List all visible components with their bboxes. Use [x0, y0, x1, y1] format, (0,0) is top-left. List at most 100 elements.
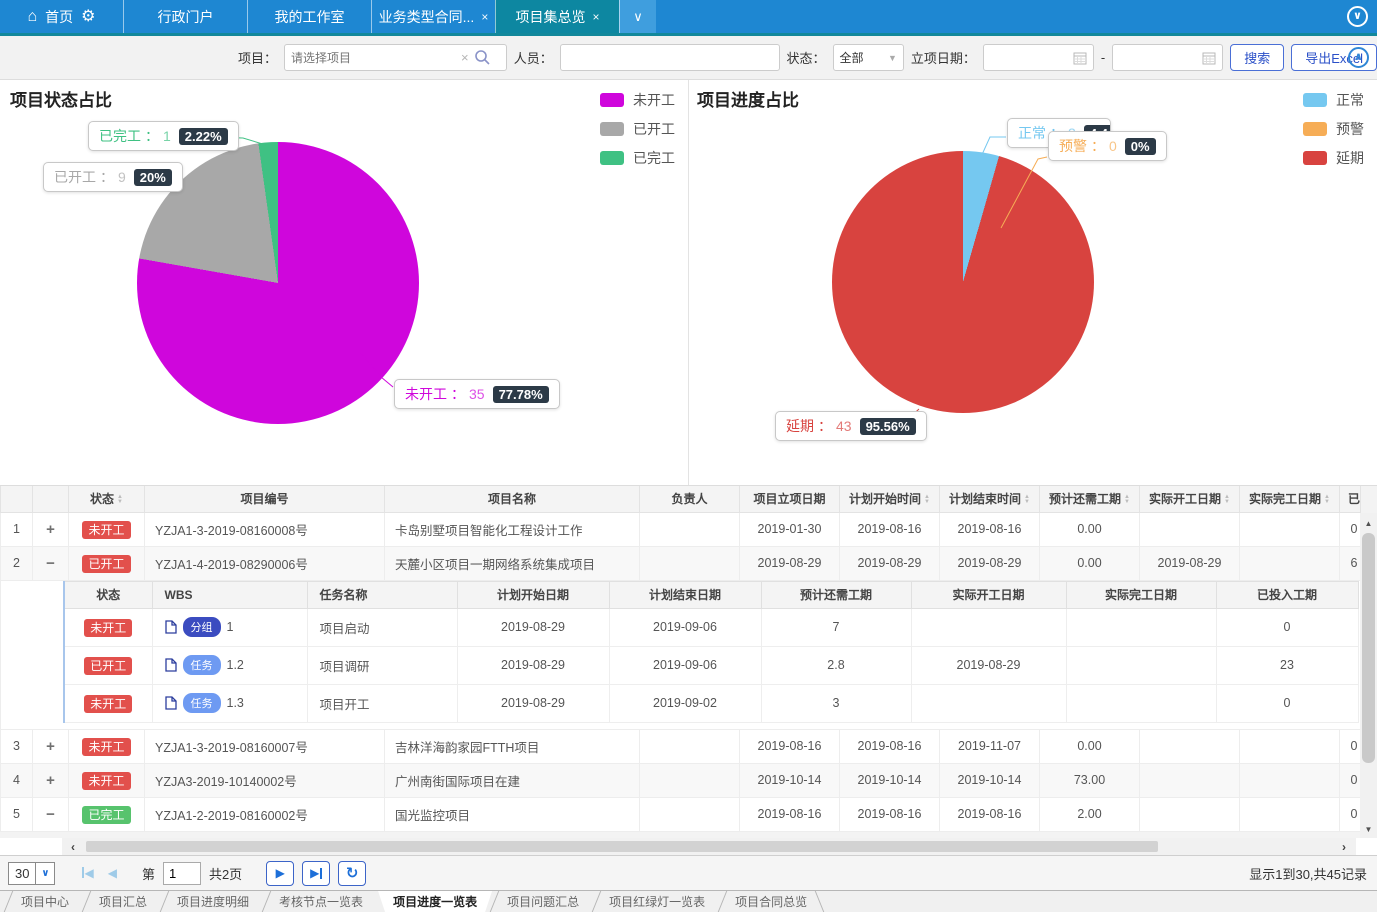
- scrollbar-thumb[interactable]: [86, 841, 1158, 852]
- page-number-input[interactable]: [163, 862, 201, 885]
- page-size-select[interactable]: 30 ∨: [8, 862, 55, 885]
- cell-code: YZJA1-2-2019-08160002号: [145, 797, 385, 831]
- header-status[interactable]: 状态▲▼: [69, 486, 145, 512]
- clear-icon[interactable]: ×: [461, 50, 469, 65]
- date-from-field[interactable]: [983, 44, 1094, 71]
- header-owner[interactable]: 负责人: [640, 486, 740, 512]
- horizontal-scrollbar[interactable]: ‹ ›: [0, 838, 1377, 855]
- first-page-button[interactable]: ◀: [79, 866, 96, 880]
- expand-icon[interactable]: +: [46, 772, 55, 789]
- bottom-tab-contract-overview[interactable]: 项目合同总览: [720, 891, 822, 912]
- person-field[interactable]: [560, 44, 780, 71]
- sort-icon[interactable]: ▲▼: [1024, 495, 1030, 505]
- bottom-tab-project-center[interactable]: 项目中心: [6, 891, 84, 912]
- table-row[interactable]: 1 + 未开工 YZJA1-3-2019-08160008号 卡岛别墅项目智能化…: [1, 512, 1361, 546]
- sub-header-act-start[interactable]: 实际开工日期: [911, 581, 1066, 608]
- bottom-tab-problem-summary[interactable]: 项目问题汇总: [492, 891, 594, 912]
- percent-badge: 0%: [1125, 138, 1156, 155]
- header-actual-start[interactable]: 实际开工日期▲▼: [1140, 486, 1240, 512]
- refresh-button[interactable]: ↻: [338, 861, 366, 886]
- header-plan-end[interactable]: 计划结束时间▲▼: [940, 486, 1040, 512]
- header-approve-date[interactable]: 项目立项日期: [740, 486, 840, 512]
- sort-icon[interactable]: ▲▼: [1324, 495, 1330, 505]
- scroll-left-icon[interactable]: ‹: [64, 838, 82, 855]
- search-button[interactable]: 搜索: [1230, 44, 1284, 71]
- home-tab[interactable]: ⌂ 首页 ⚙: [0, 0, 123, 33]
- scroll-right-icon[interactable]: ›: [1335, 838, 1353, 855]
- bottom-tab-traffic-light[interactable]: 项目红绿灯一览表: [594, 891, 720, 912]
- chevron-down-icon[interactable]: ∨: [35, 863, 54, 884]
- header-actual-end[interactable]: 实际完工日期▲▼: [1240, 486, 1340, 512]
- tab-my-workspace[interactable]: 我的工作室: [247, 0, 371, 33]
- person-input[interactable]: [567, 46, 772, 69]
- next-page-button[interactable]: ▶: [266, 861, 294, 886]
- collapse-icon[interactable]: −: [46, 555, 55, 572]
- scroll-up-icon[interactable]: ▲: [1360, 515, 1377, 531]
- sort-icon[interactable]: ▲▼: [1224, 495, 1230, 505]
- sub-header-invested[interactable]: 已投入工期: [1216, 581, 1358, 608]
- bottom-tab-assessment-nodes[interactable]: 考核节点一览表: [264, 891, 378, 912]
- close-icon[interactable]: ×: [481, 10, 488, 24]
- sub-header-plan-end[interactable]: 计划结束日期: [609, 581, 761, 608]
- sub-header-wbs[interactable]: WBS: [152, 581, 307, 608]
- table-row[interactable]: 2 − 已开工 YZJA1-4-2019-08290006号 天麓小区项目一期网…: [1, 546, 1361, 580]
- close-icon[interactable]: ×: [592, 10, 599, 24]
- bottom-tab-progress-detail[interactable]: 项目进度明细: [162, 891, 264, 912]
- subtable-row[interactable]: 未开工 分组1 项目启动 2019-08-29 2019-09-06 7 0: [64, 608, 1358, 646]
- header-invested[interactable]: 已投入工期: [1340, 486, 1361, 512]
- expand-icon[interactable]: +: [46, 521, 55, 538]
- cell-act-start: [911, 684, 1066, 722]
- vertical-scrollbar[interactable]: ▲ ▼: [1360, 513, 1377, 839]
- status-badge: 未开工: [82, 738, 130, 756]
- sub-header-act-end[interactable]: 实际完工日期: [1066, 581, 1216, 608]
- status-select[interactable]: 全部 ▼: [833, 44, 904, 71]
- date-to-input[interactable]: [1119, 46, 1199, 69]
- subtable-row[interactable]: 已开工 任务1.2 项目调研 2019-08-29 2019-09-06 2.8…: [64, 646, 1358, 684]
- scrollbar-thumb[interactable]: [1362, 533, 1375, 763]
- collapse-circle-down-icon[interactable]: ∨: [1347, 6, 1368, 27]
- slice-value: 35: [469, 386, 485, 402]
- prev-page-button[interactable]: ◀: [105, 866, 120, 880]
- tab-admin-portal[interactable]: 行政门户: [123, 0, 247, 33]
- project-input[interactable]: [291, 46, 456, 69]
- last-page-button[interactable]: ▶: [302, 861, 330, 886]
- sub-header-status[interactable]: 状态: [64, 581, 152, 608]
- sort-icon[interactable]: ▲▼: [1124, 495, 1130, 505]
- calendar-icon[interactable]: [1073, 51, 1087, 65]
- date-to-field[interactable]: [1112, 44, 1223, 71]
- expand-icon[interactable]: +: [46, 738, 55, 755]
- sub-header-remain[interactable]: 预计还需工期: [761, 581, 911, 608]
- sort-icon[interactable]: ▲▼: [117, 495, 123, 505]
- subtable-row[interactable]: 未开工 任务1.3 项目开工 2019-08-29 2019-09-02 3 0: [64, 684, 1358, 722]
- home-icon[interactable]: ⌂: [27, 9, 37, 25]
- leader-line: [360, 352, 393, 387]
- tab-business-contract[interactable]: 业务类型合同... ×: [371, 0, 495, 33]
- sort-icon[interactable]: ▲▼: [924, 495, 930, 505]
- header-plan-start[interactable]: 计划开始时间▲▼: [840, 486, 940, 512]
- calendar-icon[interactable]: [1202, 51, 1216, 65]
- bottom-tab-project-summary[interactable]: 项目汇总: [84, 891, 162, 912]
- table-row[interactable]: 5 − 已完工 YZJA1-2-2019-08160002号 国光监控项目 20…: [1, 797, 1361, 831]
- collapse-icon[interactable]: −: [46, 806, 55, 823]
- gear-icon[interactable]: ⚙: [81, 9, 95, 25]
- cell-plan-start: 2019-10-14: [840, 763, 940, 797]
- table-row[interactable]: 3 + 未开工 YZJA1-3-2019-08160007号 吉林洋海韵家园FT…: [1, 729, 1361, 763]
- cell-owner: [640, 512, 740, 546]
- slice-value: 43: [836, 418, 852, 434]
- tab-list-dropdown[interactable]: ∨: [619, 0, 656, 33]
- table-row[interactable]: 4 + 未开工 YZJA3-2019-10140002号 广州南街国际项目在建 …: [1, 763, 1361, 797]
- scroll-down-icon[interactable]: ▼: [1360, 821, 1377, 837]
- project-select-field[interactable]: ×: [284, 44, 507, 71]
- collapse-circle-up-icon[interactable]: ∧: [1348, 47, 1369, 68]
- search-icon[interactable]: [474, 49, 491, 66]
- date-from-input[interactable]: [990, 46, 1070, 69]
- header-remain[interactable]: 预计还需工期▲▼: [1040, 486, 1140, 512]
- sub-header-task[interactable]: 任务名称: [307, 581, 457, 608]
- tab-project-overview[interactable]: 项目集总览 ×: [495, 0, 619, 33]
- header-name[interactable]: 项目名称: [385, 486, 640, 512]
- bottom-tab-progress-list[interactable]: 项目进度一览表: [378, 891, 492, 912]
- header-code[interactable]: 项目编号: [145, 486, 385, 512]
- topbar-right: ∨: [1347, 0, 1377, 33]
- file-icon: [165, 696, 177, 710]
- sub-header-plan-start[interactable]: 计划开始日期: [457, 581, 609, 608]
